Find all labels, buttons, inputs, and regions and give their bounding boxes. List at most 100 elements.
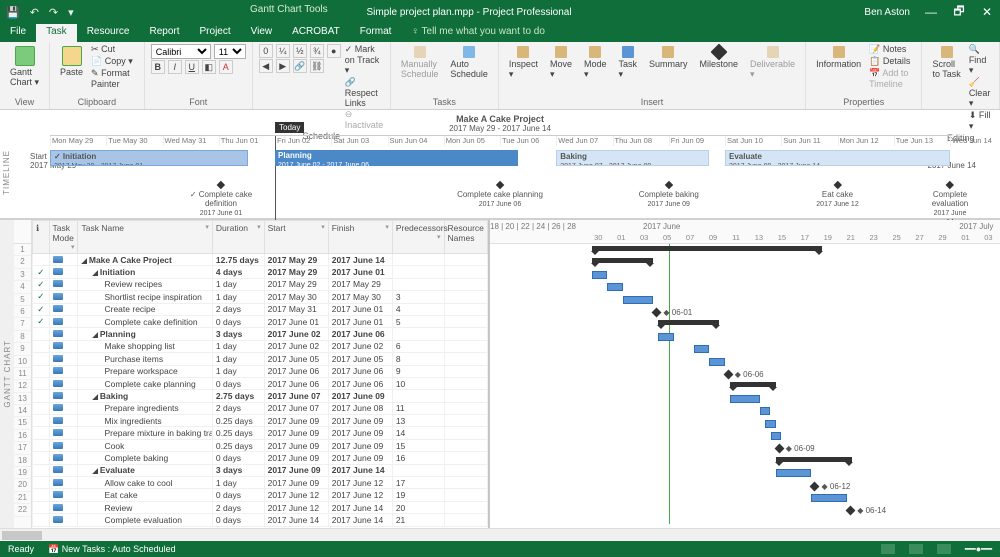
gantt-milestone[interactable] — [652, 308, 662, 318]
gantt-summary[interactable] — [730, 382, 776, 387]
view-gantt-icon[interactable] — [909, 544, 923, 554]
table-row[interactable]: Complete baking0 days2017 June 092017 Ju… — [33, 452, 488, 464]
hscrollbar-left[interactable] — [0, 528, 1000, 541]
table-row[interactable]: Prepare workspace1 day2017 June 062017 J… — [33, 365, 488, 377]
timeline-milestone[interactable]: Complete baking2017 June 09 — [639, 182, 699, 208]
table-row[interactable]: Cook0.25 days2017 June 092017 June 0915 — [33, 439, 488, 451]
indent-button[interactable]: ▶ — [276, 59, 290, 73]
gantt-bar[interactable] — [623, 296, 654, 304]
pct50-button[interactable]: ½ — [293, 44, 307, 58]
task-button[interactable]: Task ▾ — [614, 44, 641, 82]
inspect-button[interactable]: Inspect ▾ — [505, 44, 542, 82]
undo-icon[interactable]: ↶ — [30, 6, 39, 19]
timeline-phase[interactable]: Evaluate2017 June 09 - 2017 June 14 — [725, 150, 950, 166]
timeline-milestone[interactable]: ✓ Complete cakedefinition2017 June 01 — [190, 182, 252, 217]
copy-button[interactable]: 📄 Copy ▾ — [91, 56, 138, 67]
minimize-button[interactable]: — — [924, 5, 938, 19]
view-other-icon[interactable] — [937, 544, 951, 554]
gantt-bar[interactable] — [607, 283, 622, 291]
table-row[interactable]: Prepare mixture in baking tray0.25 days2… — [33, 427, 488, 439]
table-row[interactable]: Eat cake0 days2017 June 122017 June 1219 — [33, 489, 488, 501]
gantt-bar[interactable] — [709, 358, 724, 366]
mode-button[interactable]: Mode ▾ — [580, 44, 611, 82]
notes-button[interactable]: 📝 Notes — [869, 44, 915, 55]
gantt-milestone[interactable] — [846, 506, 856, 516]
italic-button[interactable]: I — [168, 60, 182, 74]
pct100-button[interactable]: ● — [327, 44, 341, 58]
table-row[interactable]: ◢Evaluate3 days2017 June 092017 June 14 — [33, 464, 488, 476]
save-icon[interactable]: 💾 — [6, 6, 20, 19]
gantt-bar[interactable] — [776, 469, 812, 477]
col-info[interactable]: ℹ — [33, 221, 50, 254]
qat-more-icon[interactable]: ▾ — [68, 6, 74, 19]
clear-button[interactable]: 🧹 Clear ▾ — [969, 77, 993, 109]
user-name[interactable]: Ben Aston — [864, 7, 910, 18]
status-schedule-mode[interactable]: 📅 New Tasks : Auto Scheduled — [48, 544, 176, 555]
gantt-milestone[interactable] — [723, 370, 733, 380]
underline-button[interactable]: U — [185, 60, 199, 74]
markontrack-button[interactable]: ✓ Mark on Track ▾ — [345, 44, 384, 76]
table-row[interactable]: ✓Review recipes1 day2017 May 292017 May … — [33, 278, 488, 290]
move-button[interactable]: Move ▾ — [546, 44, 576, 82]
timeline-axis[interactable]: Start2017 May 29 Finish2017 June 14 Mon … — [50, 135, 950, 225]
gantt-summary[interactable] — [592, 246, 822, 251]
task-table[interactable]: ℹ Task Mode▾ Task Name▾ Duration▾ Start▾… — [32, 220, 488, 527]
tab-file[interactable]: File — [0, 24, 36, 42]
scroll-to-task-button[interactable]: Scroll to Task — [928, 44, 964, 81]
paste-button[interactable]: Paste — [56, 44, 87, 79]
col-mode[interactable]: Task Mode▾ — [49, 221, 78, 254]
table-row[interactable]: Complete cake planning0 days2017 June 06… — [33, 377, 488, 389]
format-painter-button[interactable]: ✎ Format Painter — [91, 68, 138, 89]
table-row[interactable]: ◢Baking2.75 days2017 June 072017 June 09 — [33, 390, 488, 402]
close-button[interactable]: ✕ — [980, 5, 994, 19]
milestone-button[interactable]: Milestone — [696, 44, 743, 71]
link-button[interactable]: 🔗 — [293, 59, 307, 73]
cut-button[interactable]: ✂ Cut — [91, 44, 138, 55]
col-name[interactable]: Task Name▾ — [78, 221, 212, 254]
tab-format[interactable]: Format — [350, 24, 402, 42]
table-row[interactable]: Allow cake to cool1 day2017 June 092017 … — [33, 477, 488, 489]
zoom-slider[interactable]: ━━●━━ — [965, 544, 992, 555]
table-row[interactable]: Mix ingredients0.25 days2017 June 092017… — [33, 415, 488, 427]
timeline-milestone[interactable]: Eat cake2017 June 12 — [816, 182, 858, 208]
col-duration[interactable]: Duration▾ — [212, 221, 264, 254]
pct0-button[interactable]: 0 — [259, 44, 273, 58]
gantt-bar[interactable] — [771, 432, 781, 440]
auto-schedule-button[interactable]: Auto Schedule — [446, 44, 492, 81]
gantt-chart-button[interactable]: Gantt Chart ▾ — [6, 44, 43, 90]
gantt-bar[interactable] — [592, 271, 607, 279]
timeline-phase[interactable]: Baking2017 June 07 - 2017 June 09 — [556, 150, 709, 166]
bold-button[interactable]: B — [151, 60, 165, 74]
table-row[interactable]: ◢Make A Cake Project12.75 days2017 May 2… — [33, 254, 488, 266]
tab-view[interactable]: View — [241, 24, 283, 42]
tab-project[interactable]: Project — [190, 24, 241, 42]
timescale[interactable]: 18 | 20 | 22 | 24 | 26 | 282017 June2017… — [490, 220, 1000, 244]
table-row[interactable]: ✓Complete cake definition0 days2017 June… — [33, 315, 488, 327]
gantt-bar[interactable] — [811, 494, 847, 502]
view-normal-icon[interactable] — [881, 544, 895, 554]
unlink-button[interactable]: ⛓ — [310, 59, 324, 73]
table-row[interactable]: Purchase items1 day2017 June 052017 June… — [33, 353, 488, 365]
tab-task[interactable]: Task — [36, 24, 77, 42]
col-res[interactable]: Resource Names — [444, 221, 487, 254]
gantt-milestone[interactable] — [774, 444, 784, 454]
tab-resource[interactable]: Resource — [77, 24, 140, 42]
col-finish[interactable]: Finish▾ — [328, 221, 392, 254]
gantt-bar[interactable] — [765, 420, 775, 428]
table-row[interactable]: ✓Create recipe2 days2017 May 312017 June… — [33, 303, 488, 315]
respect-links-button[interactable]: 🔗 Respect Links — [345, 77, 384, 108]
gantt-bar[interactable] — [658, 333, 673, 341]
find-button[interactable]: 🔍 Find ▾ — [969, 44, 993, 76]
tab-acrobat[interactable]: ACROBAT — [282, 24, 350, 42]
table-row[interactable]: ◢Planning3 days2017 June 022017 June 06 — [33, 328, 488, 340]
gantt-milestone[interactable] — [810, 481, 820, 491]
font-size-select[interactable]: 11 — [214, 44, 246, 59]
pct75-button[interactable]: ¾ — [310, 44, 324, 58]
tell-me-search[interactable]: ♀ Tell me what you want to do — [401, 24, 555, 42]
timeline-phase[interactable]: Planning2017 June 02 - 2017 June 06 — [275, 150, 518, 166]
pct25-button[interactable]: ¼ — [276, 44, 290, 58]
gantt-chart[interactable]: 18 | 20 | 22 | 24 | 26 | 282017 June2017… — [490, 220, 1000, 528]
details-button[interactable]: 📋 Details — [869, 56, 915, 67]
gantt-bar[interactable] — [694, 345, 709, 353]
col-pred[interactable]: Predecessors▾ — [392, 221, 444, 254]
